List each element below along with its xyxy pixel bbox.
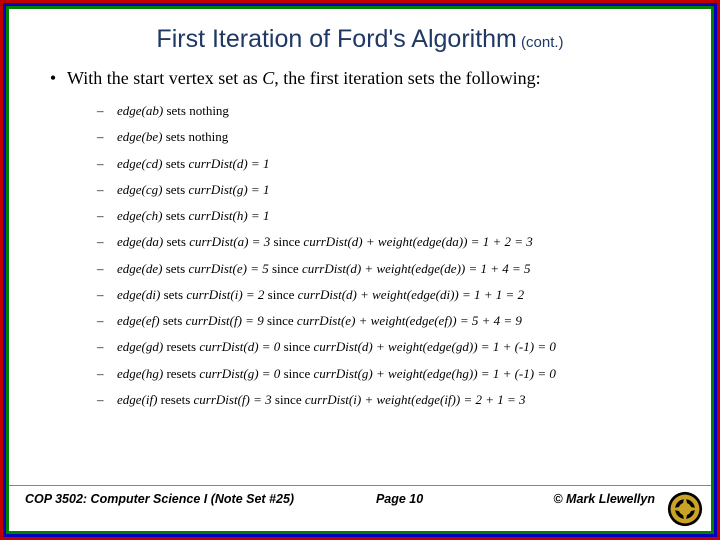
list-item-text: edge(if) resets currDist(f) = 3 since cu…: [117, 392, 681, 408]
list-item-text: edge(ab) sets nothing: [117, 103, 681, 119]
title-main: First Iteration of Ford's Algorithm: [156, 25, 516, 53]
list-item: –edge(cd) sets currDist(d) = 1: [97, 156, 681, 172]
list-item-text: edge(ch) sets currDist(h) = 1: [117, 208, 681, 224]
dash-marker: –: [97, 313, 117, 329]
dash-marker: –: [97, 103, 117, 119]
slide-content: • With the start vertex set as C, the fi…: [9, 64, 711, 485]
list-item-text: edge(da) sets currDist(a) = 3 since curr…: [117, 234, 681, 250]
frame-border-green: First Iteration of Ford's Algorithm (con…: [6, 6, 714, 534]
slide-footer: COP 3502: Computer Science I (Note Set #…: [9, 485, 711, 531]
dash-marker: –: [97, 392, 117, 408]
dash-marker: –: [97, 339, 117, 355]
list-item-text: edge(hg) resets currDist(g) = 0 since cu…: [117, 366, 681, 382]
footer-author: © Mark Llewellyn: [485, 492, 695, 506]
list-item: –edge(ef) sets currDist(f) = 9 since cur…: [97, 313, 681, 329]
title-suffix: (cont.): [517, 34, 564, 51]
list-item: –edge(ch) sets currDist(h) = 1: [97, 208, 681, 224]
frame-border-blue: First Iteration of Ford's Algorithm (con…: [3, 3, 717, 537]
bullet-text: With the start vertex set as C, the firs…: [67, 68, 681, 89]
top-bullet: • With the start vertex set as C, the fi…: [39, 68, 681, 89]
dash-marker: –: [97, 156, 117, 172]
dash-marker: –: [97, 234, 117, 250]
dash-marker: –: [97, 366, 117, 382]
list-item: –edge(cg) sets currDist(g) = 1: [97, 182, 681, 198]
list-item-text: edge(de) sets currDist(e) = 5 since curr…: [117, 261, 681, 277]
list-item-text: edge(ef) sets currDist(f) = 9 since curr…: [117, 313, 681, 329]
slide-body: First Iteration of Ford's Algorithm (con…: [9, 9, 711, 531]
sub-list: –edge(ab) sets nothing–edge(be) sets not…: [97, 103, 681, 408]
list-item: –edge(if) resets currDist(f) = 3 since c…: [97, 392, 681, 408]
dash-marker: –: [97, 208, 117, 224]
frame-border-red: First Iteration of Ford's Algorithm (con…: [0, 0, 720, 540]
list-item-text: edge(cg) sets currDist(g) = 1: [117, 182, 681, 198]
list-item: –edge(hg) resets currDist(g) = 0 since c…: [97, 366, 681, 382]
dash-marker: –: [97, 129, 117, 145]
list-item: –edge(gd) resets currDist(d) = 0 since c…: [97, 339, 681, 355]
dash-marker: –: [97, 261, 117, 277]
list-item: –edge(di) sets currDist(i) = 2 since cur…: [97, 287, 681, 303]
ucf-logo-icon: [667, 491, 703, 527]
list-item-text: edge(cd) sets currDist(d) = 1: [117, 156, 681, 172]
list-item-text: edge(di) sets currDist(i) = 2 since curr…: [117, 287, 681, 303]
list-item-text: edge(gd) resets currDist(d) = 0 since cu…: [117, 339, 681, 355]
footer-page: Page 10: [314, 492, 484, 506]
list-item-text: edge(be) sets nothing: [117, 129, 681, 145]
list-item: –edge(da) sets currDist(a) = 3 since cur…: [97, 234, 681, 250]
list-item: –edge(be) sets nothing: [97, 129, 681, 145]
footer-course: COP 3502: Computer Science I (Note Set #…: [25, 492, 314, 506]
list-item: –edge(ab) sets nothing: [97, 103, 681, 119]
slide-title: First Iteration of Ford's Algorithm (con…: [9, 9, 711, 64]
dash-marker: –: [97, 182, 117, 198]
bullet-marker: •: [39, 68, 67, 89]
list-item: –edge(de) sets currDist(e) = 5 since cur…: [97, 261, 681, 277]
dash-marker: –: [97, 287, 117, 303]
